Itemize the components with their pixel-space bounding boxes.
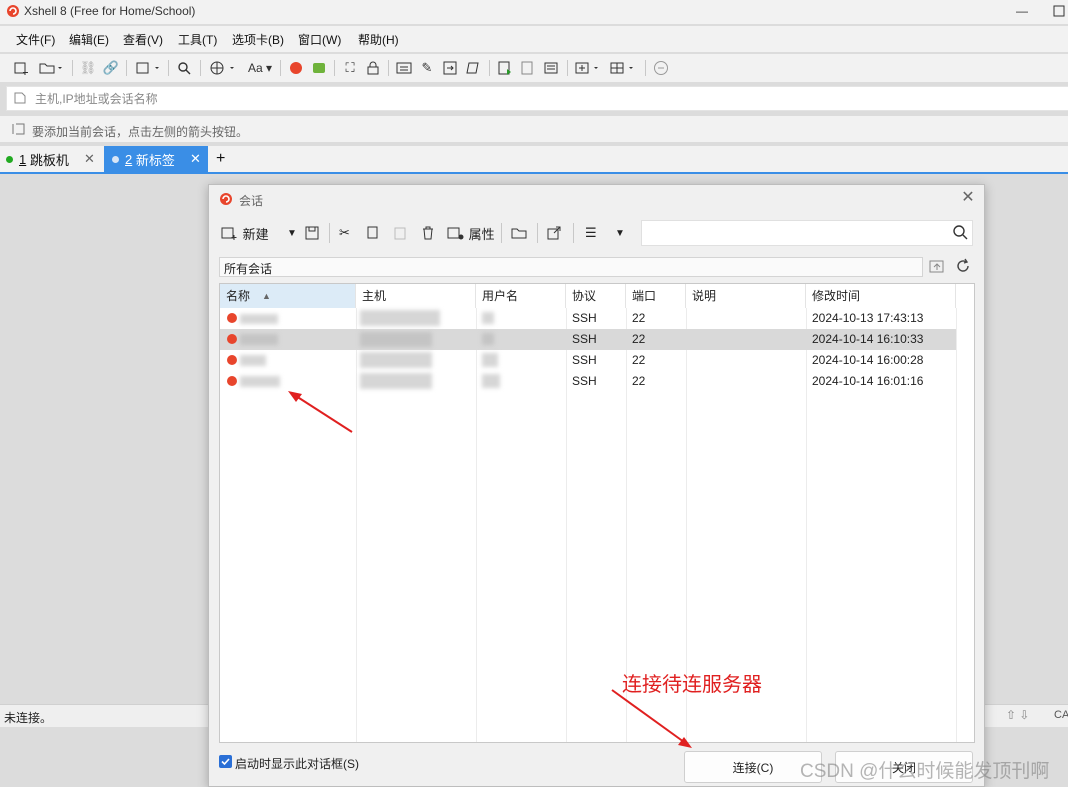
annotation-arrow-icon bbox=[611, 689, 692, 748]
annotation-text: 连接待连服务器 bbox=[622, 674, 762, 696]
watermark: CSDN @什么时候能发顶刊啊 bbox=[800, 761, 1050, 782]
annotation-arrow-icon bbox=[288, 391, 353, 433]
annotation-layer bbox=[288, 391, 692, 748]
